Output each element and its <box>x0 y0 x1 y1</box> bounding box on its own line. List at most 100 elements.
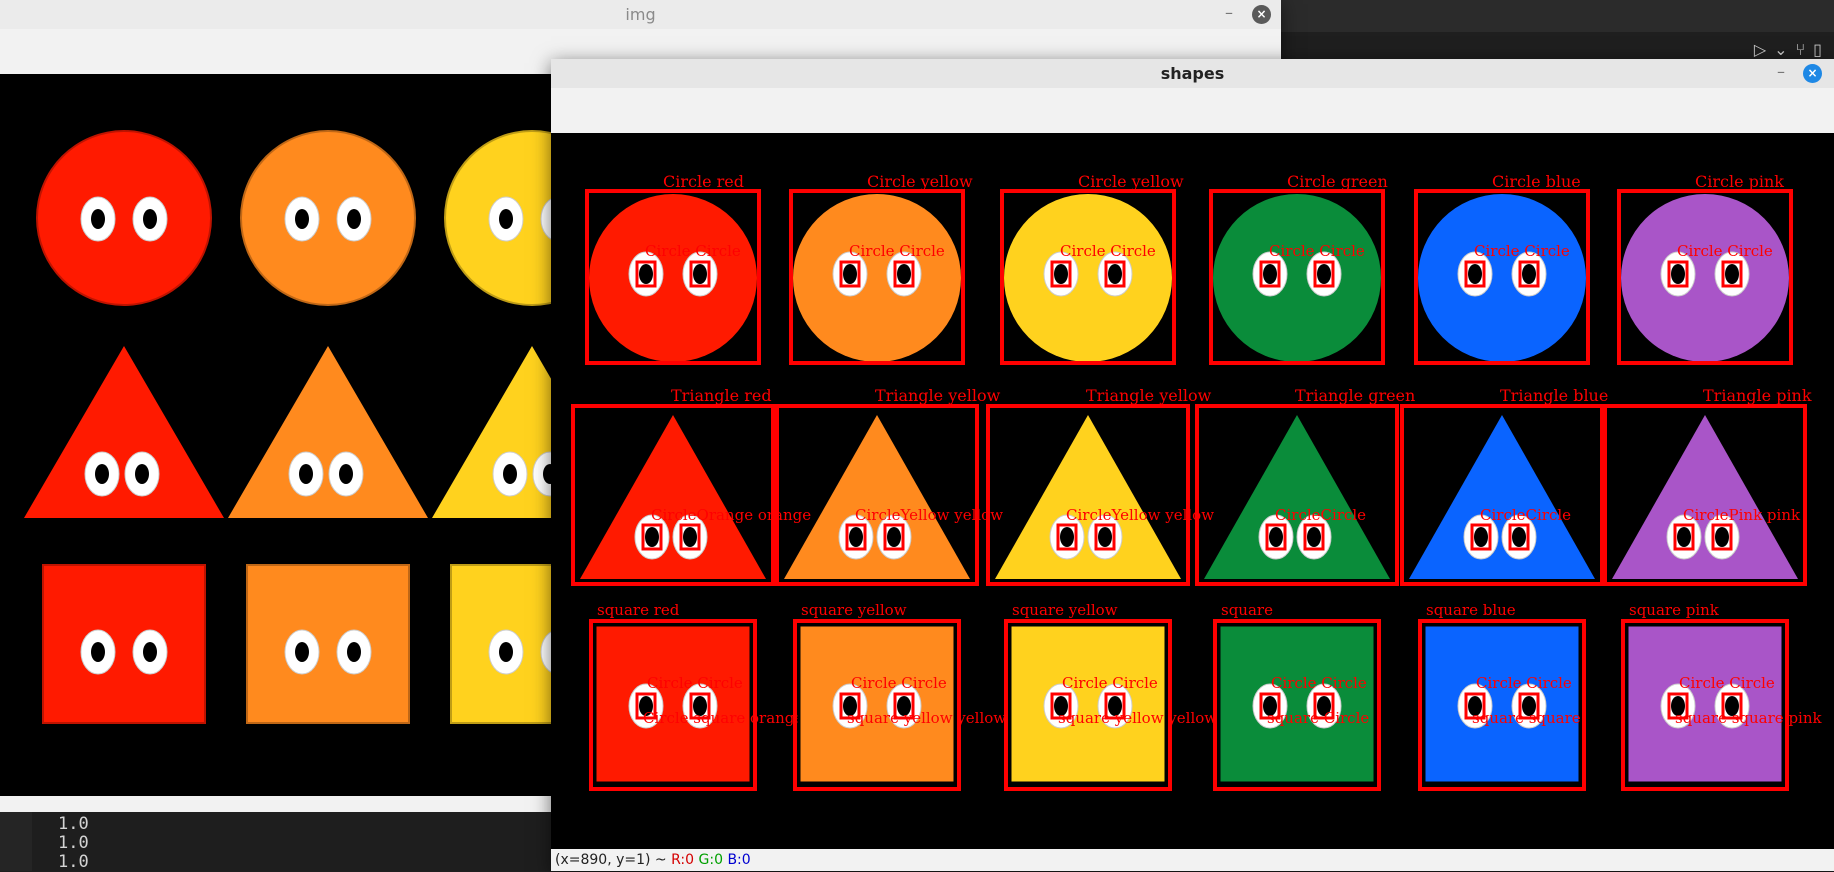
eye-pupil <box>339 464 353 484</box>
eye-label: Circle Circle <box>851 674 947 692</box>
shapes-titlebar[interactable]: shapes – × <box>551 59 1834 89</box>
square-shape <box>797 623 957 785</box>
eye-pupil <box>1060 527 1074 547</box>
eye-pupil <box>1715 527 1729 547</box>
close-button[interactable]: × <box>1252 5 1271 24</box>
circle-label: Circle pink <box>1695 172 1784 191</box>
square-shape <box>40 562 208 726</box>
eye-pupil <box>1108 264 1122 284</box>
status-coords: (x=890, y=1) ~ <box>555 852 667 868</box>
eye-label: square square pink <box>1675 709 1822 727</box>
triangle-shape <box>1204 415 1390 579</box>
shapes-window[interactable]: shapes – × Circle red Circle Circle Triang… <box>551 59 1834 871</box>
triangle-label: Triangle blue <box>1500 386 1608 405</box>
window-title: shapes <box>1160 64 1225 83</box>
square-shape <box>593 623 753 785</box>
circle-label: Circle yellow <box>867 172 973 191</box>
minimize-button[interactable]: – <box>1771 63 1791 83</box>
eye-pupil <box>91 209 105 229</box>
eye-label: Circle square orange <box>643 709 803 727</box>
circle-shape <box>1213 194 1381 362</box>
eye-pupil <box>1468 264 1482 284</box>
circle-label: Circle blue <box>1492 172 1581 191</box>
img-picture <box>24 128 560 726</box>
eye-pupil <box>1522 264 1536 284</box>
console-line: 1.0 <box>58 814 89 834</box>
eye-pupil <box>897 264 911 284</box>
eye-label: square square <box>1472 709 1581 727</box>
square-shape <box>1217 623 1377 785</box>
eye-pupil <box>91 642 105 662</box>
circle-label: Circle green <box>1287 172 1388 191</box>
eye-pupil <box>1317 264 1331 284</box>
circle-shape <box>1004 194 1172 362</box>
eye-pupil <box>693 264 707 284</box>
eye-label: Circle Circle <box>645 242 741 260</box>
triangle-shape <box>228 346 428 518</box>
eye-pupil <box>95 464 109 484</box>
square-shape <box>244 562 412 726</box>
circle-shape <box>589 194 757 362</box>
eye-pupil <box>143 209 157 229</box>
triangle-label: Triangle pink <box>1703 386 1812 405</box>
console-line: 1.0 <box>58 833 89 853</box>
eye-label: Circle Circle <box>1677 242 1773 260</box>
eye-label: Circle Circle <box>1679 674 1775 692</box>
eye-pupil <box>1474 527 1488 547</box>
eye-pupil <box>843 264 857 284</box>
eye-label: CircleCircle <box>1480 506 1571 524</box>
status-blue: B:0 <box>727 852 751 868</box>
square-shape <box>1625 623 1785 785</box>
square-label: square yellow <box>801 601 907 619</box>
eye-pupil <box>639 264 653 284</box>
editor-toolbar-icons[interactable]: ▷⌄⑂▯ <box>1754 40 1830 59</box>
console-panel: 1.0 1.0 1.0 <box>0 812 552 872</box>
eye-pupil <box>299 464 313 484</box>
circle-shape <box>793 194 961 362</box>
close-button[interactable]: × <box>1803 64 1822 83</box>
triangle-shape <box>24 346 224 518</box>
eye-pupil <box>499 209 513 229</box>
shapes-picture: Circle red Circle Circle Triangle red Circl… <box>571 172 1822 791</box>
triangle-shape <box>580 415 766 579</box>
minimize-button[interactable]: – <box>1219 4 1239 24</box>
eye-pupil <box>645 527 659 547</box>
triangle-shape <box>1612 415 1798 579</box>
shapes-canvas[interactable]: Circle red Circle Circle Triangle red Circl… <box>551 133 1834 849</box>
eye-label: square Circle <box>1267 709 1369 727</box>
eye-pupil <box>143 642 157 662</box>
triangle-label: Triangle red <box>671 386 772 405</box>
eye-pupil <box>887 527 901 547</box>
window-title: img <box>625 5 656 24</box>
triangle-label: Triangle yellow <box>875 386 1001 405</box>
eye-pupil <box>503 464 517 484</box>
eye-label: Circle Circle <box>1476 674 1572 692</box>
eye-pupil <box>1054 264 1068 284</box>
eye-label: square yellow yellow <box>1058 709 1217 727</box>
console-gutter <box>0 812 32 871</box>
img-titlebar[interactable]: img – × <box>0 0 1281 30</box>
eye-pupil <box>1512 527 1526 547</box>
eye-label: CircleOrange orange <box>651 506 811 524</box>
square-shape <box>1008 623 1168 785</box>
square-label: square <box>1221 601 1273 619</box>
eye-pupil <box>499 642 513 662</box>
eye-pupil <box>1307 527 1321 547</box>
eye-label: CircleYellow yellow <box>855 506 1003 524</box>
eye-label: Circle Circle <box>1474 242 1570 260</box>
square-label: square blue <box>1426 601 1516 619</box>
circle-shape <box>1418 194 1586 362</box>
eye-pupil <box>295 642 309 662</box>
triangle-shape <box>995 415 1181 579</box>
eye-label: CirclePink pink <box>1683 506 1801 524</box>
shapes-toolbar <box>551 88 1834 133</box>
eye-pupil <box>683 527 697 547</box>
eye-label: Circle Circle <box>1269 242 1365 260</box>
eye-label: Circle Circle <box>1062 674 1158 692</box>
eye-pupil <box>295 209 309 229</box>
eye-pupil <box>347 642 361 662</box>
eye-label: Circle Circle <box>849 242 945 260</box>
square-shape <box>1422 623 1582 785</box>
eye-label: square yellow yellow <box>847 709 1006 727</box>
console-line: 1.0 <box>58 852 89 872</box>
